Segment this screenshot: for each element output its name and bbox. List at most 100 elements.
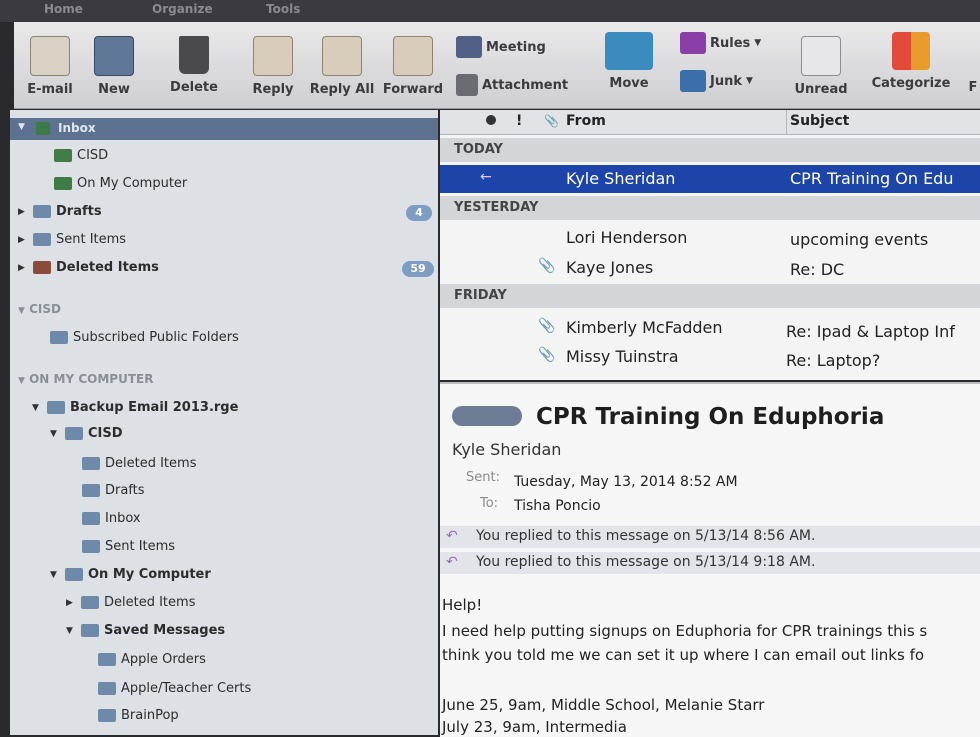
paperclip-icon: 📎 [538,318,556,334]
sidebar-item-brainpop[interactable]: BrainPop [98,708,179,723]
sidebar-item-backup[interactable]: ▼ Backup Email 2013.rge [32,400,238,415]
sidebar-item-backup-sent[interactable]: Sent Items [82,539,175,554]
drafts-count-badge: 4 [406,205,432,221]
flag-column-icon[interactable]: ! [516,113,522,129]
unread-button[interactable]: Unread [792,36,850,97]
message-title: CPR Training On Eduphoria [536,404,885,430]
tab-tools[interactable]: Tools [266,2,300,20]
sent-label: Sent: [466,470,500,485]
sidebar-item-backup-inbox[interactable]: Inbox [82,511,141,526]
attachment-column-icon[interactable]: 📎 [544,114,559,128]
folder-icon [98,682,116,695]
section-cisd[interactable]: ▼ CISD [18,302,61,316]
deleted-count-badge: 59 [402,261,434,277]
junk-button[interactable]: Junk ▼ [680,70,753,92]
move-folder-icon [605,32,653,70]
chevron-down-icon: ▼ [50,569,57,580]
chevron-right-icon: ▶ [18,234,25,245]
new-button[interactable]: New [88,36,140,97]
reply-arrows-icon[interactable] [452,406,522,426]
reply-all-button[interactable]: Reply All [308,36,376,97]
sidebar-item-inbox[interactable]: ▼ Inbox [10,118,438,140]
message-row[interactable]: 📎 Kaye Jones Re: DC [440,254,980,282]
sidebar-item-backup-omc[interactable]: ▼ On My Computer [50,567,211,582]
reply-all-icon [322,36,362,76]
categorize-button[interactable]: Categorize [866,32,956,91]
forward-icon [393,36,433,76]
message-row[interactable]: 📎 Kimberly McFadden Re: Ipad & Laptop In… [440,314,980,342]
reply-notice: ↶ You replied to this message on 5/13/14… [440,526,980,548]
sidebar-item-omc-deleted[interactable]: ▶ Deleted Items [66,595,195,610]
column-from[interactable]: From [566,113,606,129]
meeting-button[interactable]: Meeting [456,36,546,58]
sidebar-item-apple-orders[interactable]: Apple Orders [98,652,206,667]
folder-icon [33,205,51,218]
attachment-button[interactable]: Attachment [456,74,568,96]
sidebar-item-backup-deleted[interactable]: Deleted Items [82,456,196,471]
section-on-my-computer[interactable]: ▼ ON MY COMPUTER [18,372,153,386]
body-line: I need help putting signups on Eduphoria… [442,622,928,640]
sidebar-item-deleted[interactable]: ▶ Deleted Items [18,260,159,275]
chevron-down-icon: ▼ [32,402,39,413]
overflow-button[interactable]: F [966,80,980,95]
group-header-friday[interactable]: FRIDAY [440,284,980,308]
to-value[interactable]: Tisha Poncio [514,498,601,514]
paperclip-icon: 📎 [538,258,556,274]
sidebar-item-backup-cisd[interactable]: ▼ CISD [50,426,123,441]
new-item-icon [94,36,134,76]
folder-icon [81,596,99,609]
message-list: ! 📎 From Subject TODAY ← Kyle Sheridan C… [440,110,980,380]
trash-icon [33,261,51,274]
tab-organize[interactable]: Organize [152,2,213,20]
folder-icon [98,653,116,666]
chevron-down-icon: ▼ [18,376,25,386]
column-subject[interactable]: Subject [790,113,849,129]
folder-icon [65,568,83,581]
folder-icon [50,331,68,344]
categorize-icon [892,32,930,70]
chevron-right-icon: ▶ [18,262,25,273]
message-sender[interactable]: Kyle Sheridan [452,440,561,459]
forward-button[interactable]: Forward [382,36,444,97]
sidebar-item-subscribed[interactable]: Subscribed Public Folders [50,330,239,345]
inbox-icon [36,122,50,135]
folder-sidebar: ▼ Inbox CISD On My Computer ▶ Drafts 4 ▶ S… [10,110,438,735]
sidebar-item-backup-drafts[interactable]: Drafts [82,483,145,498]
replied-icon: ↶ [446,528,458,544]
chevron-down-icon: ▼ [50,428,57,439]
message-row[interactable]: ← Kyle Sheridan CPR Training On Edu [440,165,980,193]
paperclip-icon: 📎 [538,347,556,363]
chevron-right-icon: ▶ [66,597,73,608]
sidebar-item-inbox-omc[interactable]: On My Computer [54,176,187,191]
ribbon-tabs: Home Organize Tools [0,0,980,22]
message-row[interactable]: Lori Henderson upcoming events [440,224,980,252]
sidebar-item-sent[interactable]: ▶ Sent Items [18,232,126,247]
folder-icon [33,233,51,246]
group-header-today[interactable]: TODAY [440,138,980,162]
group-header-yesterday[interactable]: YESTERDAY [440,196,980,220]
reading-pane: CPR Training On Eduphoria Kyle Sheridan … [440,382,980,737]
sidebar-item-saved[interactable]: ▼ Saved Messages [66,623,225,638]
paperclip-icon [456,74,478,96]
inbox-icon [54,149,72,162]
move-button[interactable]: Move [594,32,664,91]
body-line: June 25, 9am, Middle School, Melanie Sta… [442,696,765,714]
sidebar-item-apple-teacher[interactable]: Apple/Teacher Certs [98,681,251,696]
chevron-down-icon: ▼ [18,122,25,132]
junk-icon [680,70,706,92]
reply-button[interactable]: Reply [248,36,298,97]
column-divider[interactable] [786,110,787,134]
sent-value: Tuesday, May 13, 2014 8:52 AM [514,474,738,490]
tab-home[interactable]: Home [44,2,83,20]
sidebar-item-drafts[interactable]: ▶ Drafts [18,204,102,219]
chevron-right-icon: ▶ [18,206,25,217]
body-line: think you told me we can set it up where… [442,646,925,664]
sidebar-item-inbox-cisd[interactable]: CISD [54,148,108,163]
message-row[interactable]: 📎 Missy Tuinstra Re: Laptop? [440,343,980,371]
folder-icon [98,709,116,722]
status-column-icon[interactable] [486,115,496,125]
rules-button[interactable]: Rules ▼ [680,32,761,54]
delete-button[interactable]: Delete [166,36,222,95]
email-button[interactable]: E-mail [26,36,74,97]
chevron-down-icon: ▼ [754,38,762,48]
